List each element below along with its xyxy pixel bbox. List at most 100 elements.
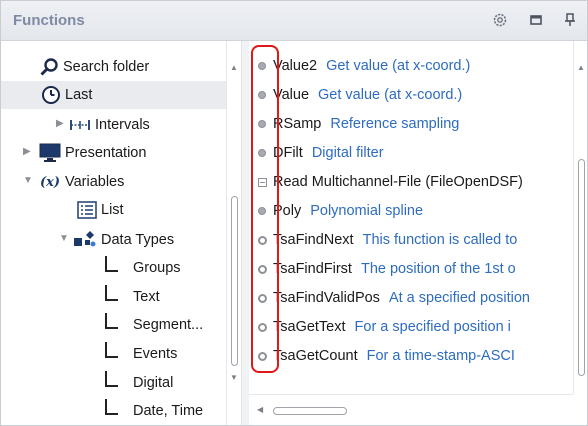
function-item[interactable]: Value2 Get value (at x-coord.) bbox=[249, 52, 573, 80]
scroll-up-arrow-icon[interactable]: ▲ bbox=[577, 63, 585, 72]
tree-item-groups[interactable]: Groups bbox=[105, 254, 181, 282]
category-tree: Search folder Last ▶ Intervals ▶ Present… bbox=[1, 41, 241, 425]
function-name: TsaFindNext bbox=[273, 232, 354, 248]
list-icon bbox=[77, 201, 97, 219]
clock-icon bbox=[41, 85, 61, 105]
functions-panel: Functions Search folder Last ▶ Intervals… bbox=[0, 0, 588, 426]
branch-connector bbox=[105, 399, 118, 415]
scrollbar-thumb[interactable] bbox=[273, 407, 347, 415]
dot-bullet-icon bbox=[255, 149, 269, 157]
tree-item-label: Events bbox=[133, 346, 178, 362]
tree-item-intervals[interactable]: Intervals bbox=[69, 111, 150, 139]
tree-item-label: Text bbox=[133, 289, 160, 305]
function-name: Value bbox=[273, 87, 310, 103]
tree-item-label: Date, Time bbox=[133, 403, 204, 419]
tree-item-last[interactable]: Last bbox=[1, 81, 226, 109]
monitor-icon bbox=[39, 143, 61, 163]
collapse-arrow-icon[interactable]: ▼ bbox=[59, 233, 69, 244]
dot-bullet-icon bbox=[255, 207, 269, 215]
branch-connector bbox=[105, 313, 118, 329]
ring-bullet-icon bbox=[255, 235, 269, 245]
tree-item-label: Last bbox=[65, 87, 93, 103]
intervals-icon bbox=[69, 118, 91, 132]
function-item[interactable]: Poly Polynomial spline bbox=[249, 197, 573, 225]
function-name: RSamp bbox=[273, 116, 322, 132]
scrollbar-thumb[interactable] bbox=[578, 159, 585, 376]
tree-item-label: List bbox=[101, 202, 124, 218]
tree-item-search-folder[interactable]: Search folder bbox=[39, 53, 149, 81]
function-name: DFilt bbox=[273, 145, 303, 161]
tree-item-presentation[interactable]: Presentation bbox=[39, 139, 146, 167]
function-item[interactable]: RSamp Reference sampling bbox=[249, 110, 573, 138]
tree-vertical-scrollbar[interactable]: ▲ ▼ bbox=[226, 41, 241, 425]
tree-item-text[interactable]: Text bbox=[105, 283, 160, 311]
variable-x-icon: (x) bbox=[39, 174, 61, 190]
function-name: TsaFindFirst bbox=[273, 261, 352, 277]
dot-bullet-icon bbox=[255, 91, 269, 99]
tree-item-variables[interactable]: (x) Variables bbox=[39, 168, 124, 196]
tree-item-list[interactable]: List bbox=[77, 196, 124, 224]
function-name: TsaGetText bbox=[273, 319, 346, 335]
function-name: Poly bbox=[273, 203, 302, 219]
tree-item-label: Variables bbox=[65, 174, 125, 190]
tree-item-label: Groups bbox=[133, 260, 181, 276]
search-icon bbox=[39, 57, 59, 77]
expand-arrow-icon[interactable]: ▶ bbox=[56, 118, 64, 129]
ring-bullet-icon bbox=[255, 264, 269, 274]
function-item[interactable]: Read Multichannel-File (FileOpenDSF) bbox=[249, 168, 573, 196]
list-horizontal-scrollbar[interactable]: ◀ bbox=[249, 394, 573, 425]
tree-item-label: Presentation bbox=[65, 145, 147, 161]
tree-item-events[interactable]: Events bbox=[105, 340, 177, 368]
tree-item-label: Segment... bbox=[133, 317, 204, 333]
scroll-up-arrow-icon[interactable]: ▲ bbox=[230, 63, 238, 72]
function-description: Get value (at x-coord.) bbox=[326, 58, 471, 74]
tree-item-label: Intervals bbox=[95, 117, 150, 133]
panel-title: Functions bbox=[13, 12, 85, 29]
function-description: Get value (at x-coord.) bbox=[318, 87, 463, 103]
tree-item-digital[interactable]: Digital bbox=[105, 369, 173, 397]
function-name: TsaFindValidPos bbox=[273, 290, 380, 306]
branch-connector bbox=[105, 371, 118, 387]
function-item[interactable]: TsaFindFirst The position of the 1st o bbox=[249, 255, 573, 283]
expand-arrow-icon[interactable]: ▶ bbox=[23, 146, 31, 157]
collapse-arrow-icon[interactable]: ▼ bbox=[23, 175, 33, 186]
maximize-icon[interactable] bbox=[527, 11, 545, 29]
function-list: Value2 Get value (at x-coord.) Value Get va… bbox=[249, 41, 573, 394]
function-description: Reference sampling bbox=[330, 116, 460, 132]
branch-connector bbox=[105, 256, 118, 272]
ring-bullet-icon bbox=[255, 322, 269, 332]
function-description: This function is called to bbox=[362, 232, 518, 248]
file-function-icon bbox=[255, 177, 269, 187]
tree-item-segment[interactable]: Segment... bbox=[105, 311, 203, 339]
function-name: Value2 bbox=[273, 58, 318, 74]
function-description: For a specified position i bbox=[354, 319, 511, 335]
dot-bullet-icon bbox=[255, 62, 269, 70]
function-description: The position of the 1st o bbox=[360, 261, 516, 277]
ring-bullet-icon bbox=[255, 293, 269, 303]
tree-item-data-types[interactable]: Data Types bbox=[73, 226, 174, 254]
tree-item-label: Search folder bbox=[63, 59, 150, 75]
branch-connector bbox=[105, 285, 118, 301]
function-item[interactable]: TsaGetCount For a time-stamp-ASCI bbox=[249, 342, 573, 370]
function-item[interactable]: Value Get value (at x-coord.) bbox=[249, 81, 573, 109]
tree-item-date-time[interactable]: Date, Time bbox=[105, 397, 203, 425]
panel-titlebar: Functions bbox=[1, 1, 587, 41]
tree-item-label: Digital bbox=[133, 375, 174, 391]
function-description: Polynomial spline bbox=[310, 203, 424, 219]
pin-icon[interactable] bbox=[561, 11, 579, 29]
function-description: For a time-stamp-ASCI bbox=[366, 348, 515, 364]
function-item[interactable]: DFilt Digital filter bbox=[249, 139, 573, 167]
function-name: TsaGetCount bbox=[273, 348, 358, 364]
scrollbar-thumb[interactable] bbox=[231, 196, 238, 366]
function-item[interactable]: TsaGetText For a specified position i bbox=[249, 313, 573, 341]
function-description: Digital filter bbox=[311, 145, 384, 161]
gear-icon[interactable] bbox=[491, 11, 509, 29]
function-item[interactable]: TsaFindNext This function is called to bbox=[249, 226, 573, 254]
function-item[interactable]: TsaFindValidPos At a specified position bbox=[249, 284, 573, 312]
data-types-icon bbox=[73, 230, 97, 250]
list-vertical-scrollbar[interactable]: ▲ bbox=[573, 41, 587, 394]
scroll-down-arrow-icon[interactable]: ▼ bbox=[230, 373, 238, 382]
function-description: At a specified position bbox=[388, 290, 530, 306]
scroll-left-arrow-icon[interactable]: ◀ bbox=[257, 405, 263, 414]
ring-bullet-icon bbox=[255, 351, 269, 361]
